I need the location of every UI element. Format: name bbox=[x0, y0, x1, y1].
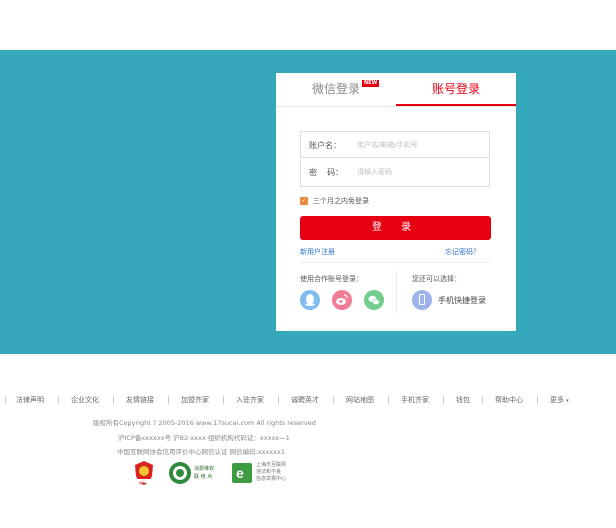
password-field: 密 码： bbox=[300, 159, 490, 187]
report-badge-line2: 违法和不良 bbox=[256, 469, 282, 475]
nav-separator bbox=[537, 396, 538, 404]
password-input[interactable] bbox=[357, 163, 483, 181]
consumer-badge-line1: 消费维权 bbox=[194, 466, 215, 472]
credit-text: 中国互联网协会信用评价中心网信认证 网信编码:xxxxxx1 bbox=[117, 448, 285, 456]
divider bbox=[300, 262, 491, 263]
police-badge-icon[interactable]: 网警 bbox=[133, 460, 155, 486]
footer-link-wallet[interactable]: 钱包 bbox=[456, 394, 470, 406]
login-button[interactable]: 登 录 bbox=[300, 216, 491, 240]
shanghai-report-badge[interactable]: e 上海市互联网 违法和不良 信息举报中心 bbox=[231, 460, 301, 486]
remember-checkbox[interactable]: ✓ bbox=[300, 197, 308, 205]
tab-wechat-label: 微信登录 bbox=[311, 82, 360, 96]
footer-link-more[interactable]: 更多 ▾ bbox=[550, 394, 569, 407]
footer-link-culture[interactable]: 企业文化 bbox=[71, 394, 99, 406]
consumer-badge-line2: 联 络 点 bbox=[194, 474, 213, 480]
nav-separator bbox=[5, 396, 6, 404]
footer-link-settle[interactable]: 入驻齐家 bbox=[236, 394, 264, 406]
footer-link-franchise[interactable]: 加盟齐家 bbox=[181, 394, 209, 406]
footer-link-mobile[interactable]: 手机齐家 bbox=[401, 394, 429, 406]
footer-link-sitemap[interactable]: 网站地图 bbox=[346, 394, 374, 406]
footer-more-label: 更多 bbox=[550, 396, 564, 404]
report-badge-line1: 上海市互联网 bbox=[256, 462, 287, 468]
partner-login-title: 使用合作账号登录： bbox=[300, 275, 363, 283]
report-center-icon: e bbox=[232, 463, 252, 483]
police-badge-label: 网警 bbox=[139, 481, 146, 485]
consumer-rights-badge[interactable]: 消费维权 联 络 点 bbox=[168, 460, 226, 486]
svg-text:e: e bbox=[236, 465, 244, 481]
icp-text: 沪ICP备xxxxxx号 沪B2-xxxx 组织机构代码证：xxxxx—1 bbox=[118, 434, 290, 442]
footer-nav: 法律声明 企业文化 友情链接 加盟齐家 入驻齐家 诚聘英才 网站地图 手机齐家 … bbox=[0, 394, 616, 406]
username-input[interactable] bbox=[357, 136, 483, 154]
nav-separator bbox=[223, 396, 224, 404]
nav-separator bbox=[482, 396, 483, 404]
footer-link-friends[interactable]: 友情链接 bbox=[126, 394, 154, 406]
qq-icon[interactable] bbox=[300, 290, 320, 310]
nav-separator bbox=[443, 396, 444, 404]
username-field: 账户名： bbox=[300, 131, 490, 158]
phone-login-link[interactable]: 手机快捷登录 bbox=[438, 295, 486, 306]
nav-separator bbox=[388, 396, 389, 404]
remember-label: 三个月之内免登录 bbox=[313, 197, 369, 205]
vertical-divider bbox=[396, 271, 397, 313]
footer-link-help[interactable]: 帮助中心 bbox=[495, 394, 523, 406]
report-badge-line3: 信息举报中心 bbox=[256, 476, 287, 482]
tab-account-login[interactable]: 账号登录 bbox=[396, 73, 516, 106]
nav-separator bbox=[168, 396, 169, 404]
forgot-password-link[interactable]: 忘记密码？ bbox=[445, 247, 480, 257]
username-label: 账户名： bbox=[309, 141, 341, 150]
wechat-icon[interactable] bbox=[364, 290, 384, 310]
copyright-text: 版权所有Copyright ? 2005-2016 www.17sucai.co… bbox=[93, 419, 316, 427]
tab-account-label: 账号登录 bbox=[431, 82, 480, 96]
weibo-icon[interactable] bbox=[332, 290, 352, 310]
password-label: 密 码： bbox=[309, 168, 344, 177]
footer-link-jobs[interactable]: 诚聘英才 bbox=[291, 394, 319, 406]
register-link[interactable]: 新用户注册 bbox=[300, 247, 335, 257]
new-badge: NEW bbox=[362, 80, 380, 87]
footer-link-legal[interactable]: 法律声明 bbox=[16, 394, 44, 406]
nav-separator bbox=[333, 396, 334, 404]
tab-wechat-login[interactable]: 微信登录 bbox=[276, 73, 396, 106]
phone-icon[interactable] bbox=[412, 290, 432, 310]
nav-separator bbox=[278, 396, 279, 404]
chevron-down-icon: ▾ bbox=[566, 398, 569, 404]
consumer-rights-icon bbox=[169, 462, 191, 484]
nav-separator bbox=[113, 396, 114, 404]
page-header-blank bbox=[0, 0, 616, 50]
nav-separator bbox=[58, 396, 59, 404]
login-panel: 微信登录 NEW 账号登录 账户名： 密 码： ✓ 三个月之内免登录 登 录 新… bbox=[276, 73, 516, 331]
alt-login-title: 您还可以选择： bbox=[412, 275, 461, 283]
login-tabs: 微信登录 NEW 账号登录 bbox=[276, 73, 516, 107]
